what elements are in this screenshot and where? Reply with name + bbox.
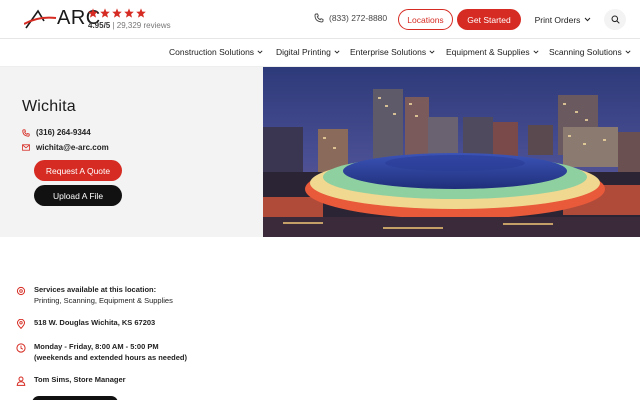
main-nav: Construction Solutions Digital Printing … (0, 39, 640, 67)
nav-item-digital-printing[interactable]: Digital Printing (276, 47, 340, 57)
chevron-down-icon (625, 50, 631, 54)
get-started-button[interactable]: Get Started (457, 9, 521, 30)
city-skyline-image (263, 67, 640, 237)
search-icon (611, 15, 620, 24)
star-rating (88, 8, 171, 19)
nav-item-label: Construction Solutions (169, 47, 255, 57)
services-icon (16, 286, 26, 296)
nav-item-label: Enterprise Solutions (350, 47, 427, 57)
phone-icon (22, 128, 30, 137)
manager-info: Tom Sims, Store Manager (16, 375, 126, 386)
nav-item-enterprise-solutions[interactable]: Enterprise Solutions (350, 47, 435, 57)
star-icon (88, 8, 98, 18)
nav-item-scanning-solutions[interactable]: Scanning Solutions (549, 47, 631, 57)
upload-file-button[interactable]: Upload A File (34, 185, 122, 206)
star-icon (124, 8, 134, 18)
chevron-down-icon (533, 50, 539, 54)
clock-icon (16, 343, 26, 353)
chevron-down-icon (334, 50, 340, 54)
star-icon (112, 8, 122, 18)
services-title: Services available at this location: (34, 285, 157, 294)
location-email[interactable]: wichita@e-arc.com (22, 143, 109, 152)
request-quote-button[interactable]: Request A Quote (34, 160, 122, 181)
nav-item-label: Equipment & Supplies (446, 47, 530, 57)
location-phone[interactable]: (316) 264-9344 (22, 128, 91, 137)
mail-icon (22, 144, 30, 151)
star-icon (136, 8, 146, 18)
rating-score: 4.95/5 (88, 21, 111, 30)
nav-item-construction-solutions[interactable]: Construction Solutions (169, 47, 263, 57)
location-phone-number: (316) 264-9344 (36, 128, 91, 137)
hours-info: Monday - Friday, 8:00 AM - 5:00 PM (week… (16, 342, 187, 363)
location-email-address: wichita@e-arc.com (36, 143, 109, 152)
store-manager: Tom Sims, Store Manager (34, 375, 126, 384)
map-pin-icon (16, 319, 26, 329)
person-icon (16, 376, 26, 386)
address-text: 518 W. Douglas Wichita, KS 67203 (34, 318, 156, 327)
chevron-down-icon (257, 50, 263, 54)
locations-button[interactable]: Locations (398, 9, 453, 30)
header-phone-number: (833) 272-8880 (329, 13, 388, 23)
nav-item-label: Digital Printing (276, 47, 331, 57)
address-info: 518 W. Douglas Wichita, KS 67203 (16, 318, 155, 329)
bottom-action-button[interactable] (32, 396, 118, 400)
star-icon (100, 8, 110, 18)
page-title: Wichita (22, 98, 76, 115)
services-list: Printing, Scanning, Equipment & Supplies (34, 295, 173, 305)
services-info: Services available at this location: Pri… (16, 285, 173, 306)
hours-weekday: Monday - Friday, 8:00 AM - 5:00 PM (34, 342, 159, 351)
arc-logo[interactable]: ARC (24, 6, 100, 30)
logo-swoosh-icon (24, 9, 57, 29)
rating-summary[interactable]: 4.95/5 | 29,329 reviews (88, 21, 171, 30)
print-orders-label: Print Orders (534, 14, 581, 25)
phone-icon (314, 13, 324, 23)
nav-item-equipment-supplies[interactable]: Equipment & Supplies (446, 47, 539, 57)
review-count: | 29,329 reviews (112, 21, 171, 30)
hours-note: (weekends and extended hours as needed) (34, 352, 187, 362)
top-header: ARC 4.95/5 | 29,329 reviews (833) 272-88… (0, 0, 640, 39)
chevron-down-icon (429, 50, 435, 54)
header-phone[interactable]: (833) 272-8880 (314, 13, 387, 23)
location-panel: Wichita (316) 264-9344 wichita@e-arc.com… (0, 67, 263, 237)
nav-item-label: Scanning Solutions (549, 47, 622, 57)
search-button[interactable] (604, 9, 626, 30)
rating-block: 4.95/5 | 29,329 reviews (88, 8, 171, 30)
chevron-down-icon (585, 17, 591, 22)
print-orders-dropdown[interactable]: Print Orders (527, 9, 599, 30)
